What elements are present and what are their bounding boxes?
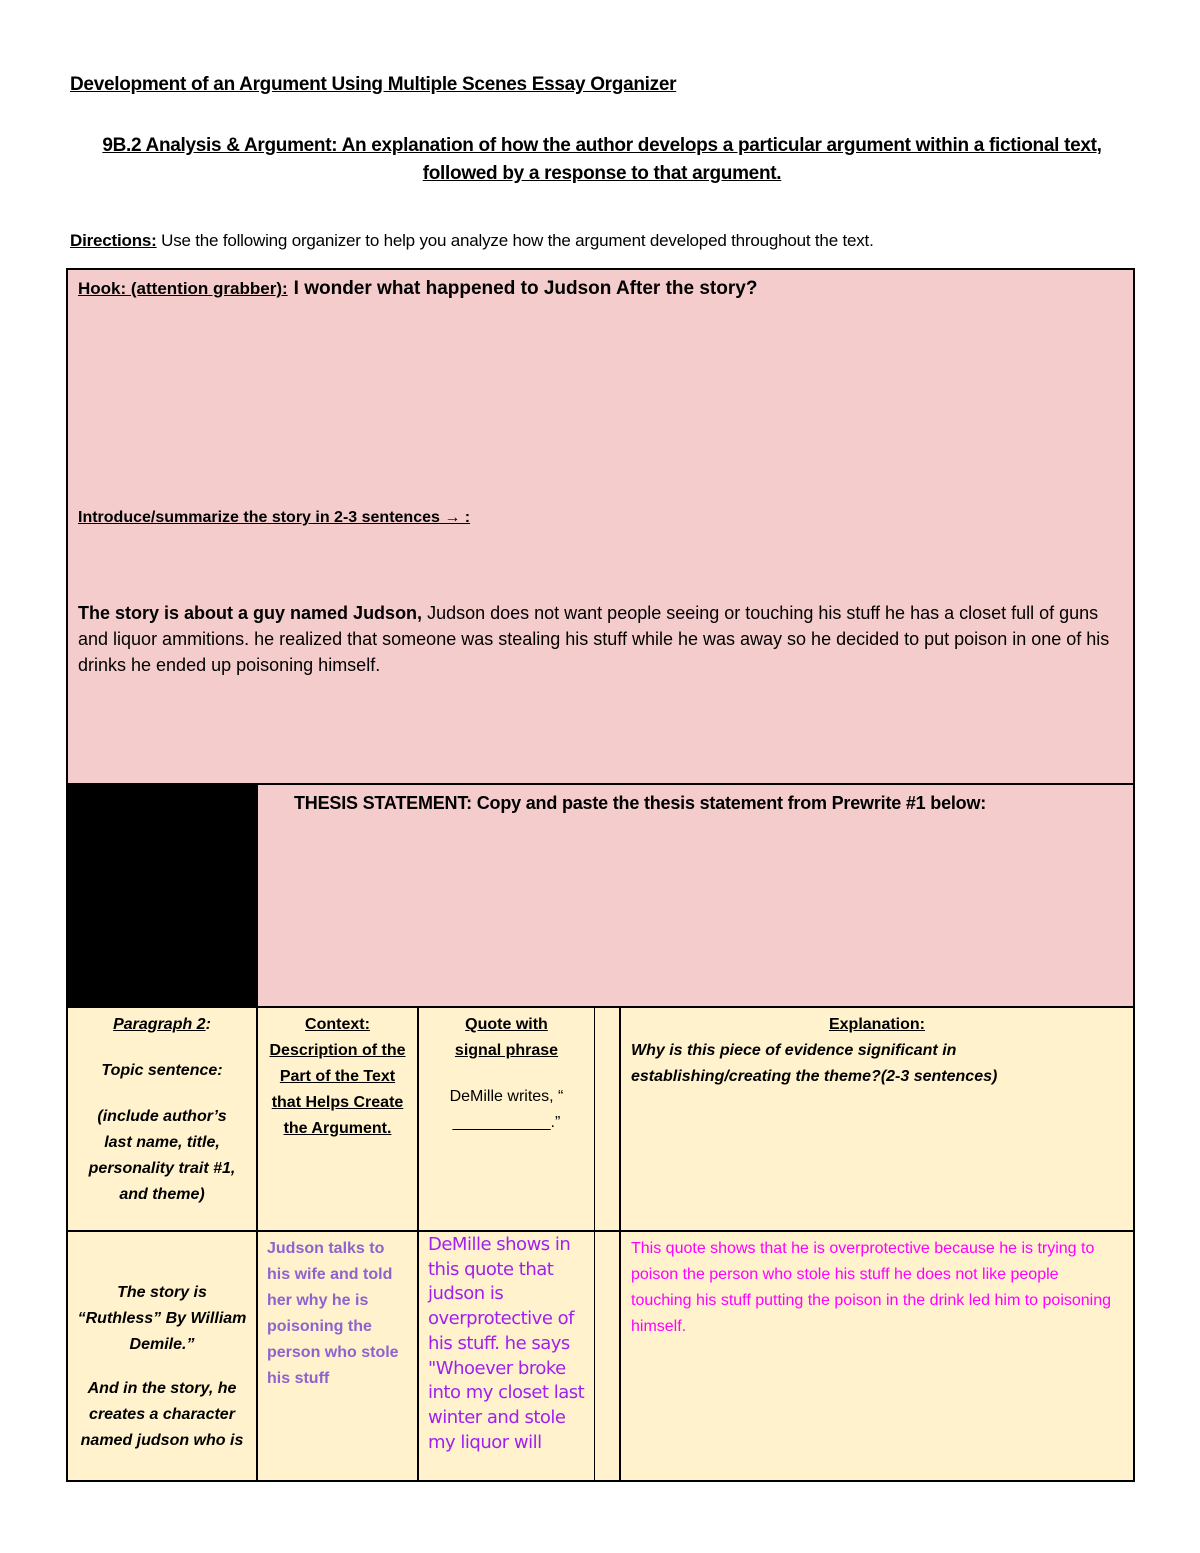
directions-text: Use the following organizer to help you …	[156, 231, 874, 250]
thesis-label: THESIS STATEMENT: Copy and paste the the…	[294, 793, 987, 813]
thesis-blackout-cell	[66, 783, 258, 1008]
context-response: Judson talks to his wife and told her wh…	[267, 1240, 399, 1387]
explanation-response-cell[interactable]: This quote shows that he is overprotecti…	[619, 1230, 1135, 1482]
paragraph-header-cell: Paragraph 2: Topic sentence: (include au…	[66, 1006, 258, 1232]
paragraph-header-text: Paragraph 2: Topic sentence: (include au…	[68, 1008, 256, 1208]
context-header-cell: Context: Description of the Part of the …	[256, 1006, 419, 1232]
explanation-header-cell: Explanation: Why is this piece of eviden…	[619, 1006, 1135, 1232]
quote-header-cell: Quote with signal phrase DeMille writes,…	[417, 1006, 595, 1232]
document-title: Development of an Argument Using Multipl…	[70, 74, 677, 95]
quote-header: Quote with signal phrase	[454, 1016, 559, 1059]
topic-response-part-2: And in the story, he creates a character…	[80, 1380, 244, 1449]
context-response-cell[interactable]: Judson talks to his wife and told her wh…	[256, 1230, 419, 1482]
directions-label: Directions:	[70, 231, 157, 250]
explanation-header: Explanation:	[828, 1016, 925, 1033]
paragraph-title: Paragraph 2	[113, 1016, 206, 1033]
intro-label: Introduce/summarize the story in 2-3 sen…	[78, 509, 471, 526]
hook-label: Hook: (attention grabber):	[78, 279, 288, 298]
thesis-section[interactable]: THESIS STATEMENT: Copy and paste the the…	[256, 783, 1135, 1008]
paragraph-title-suffix: :	[205, 1016, 211, 1033]
hook-section[interactable]: Hook: (attention grabber): I wonder what …	[66, 268, 1135, 785]
context-header: Context: Description of the Part of the …	[269, 1016, 406, 1137]
quote-response: DeMille shows in this quote that judson …	[428, 1234, 585, 1453]
explanation-prompt: Why is this piece of evidence significan…	[631, 1042, 998, 1085]
document-subtitle: 9B.2 Analysis & Argument: An explanation…	[102, 135, 1102, 184]
spacer-header-cell	[594, 1006, 621, 1232]
topic-instructions: (include author’s last name, title, pers…	[88, 1108, 236, 1203]
quote-template-line-2: ___________.”	[452, 1114, 561, 1131]
directions: Directions: Use the following organizer …	[70, 231, 874, 251]
topic-sentence-response: The story is “Ruthless” By William Demil…	[68, 1232, 256, 1454]
hook-value[interactable]: I wonder what happened to Judson After t…	[294, 278, 758, 299]
spacer-response-cell	[594, 1230, 621, 1482]
topic-sentence-cell[interactable]: The story is “Ruthless” By William Demil…	[66, 1230, 258, 1482]
quote-response-cell[interactable]: DeMille shows in this quote that judson …	[417, 1230, 595, 1482]
explanation-response: This quote shows that he is overprotecti…	[631, 1240, 1112, 1335]
topic-response-part-1: The story is “Ruthless” By William Demil…	[77, 1284, 247, 1353]
quote-template: DeMille writes, “ ___________.”	[419, 1084, 594, 1136]
hook-line: Hook: (attention grabber): I wonder what …	[78, 278, 757, 300]
quote-template-line-1: DeMille writes, “	[449, 1088, 564, 1105]
story-summary[interactable]: The story is about a guy named Judson, J…	[78, 600, 1118, 678]
summary-lead: The story is about a guy named Judson,	[78, 603, 423, 623]
topic-sentence-label: Topic sentence:	[101, 1062, 223, 1079]
